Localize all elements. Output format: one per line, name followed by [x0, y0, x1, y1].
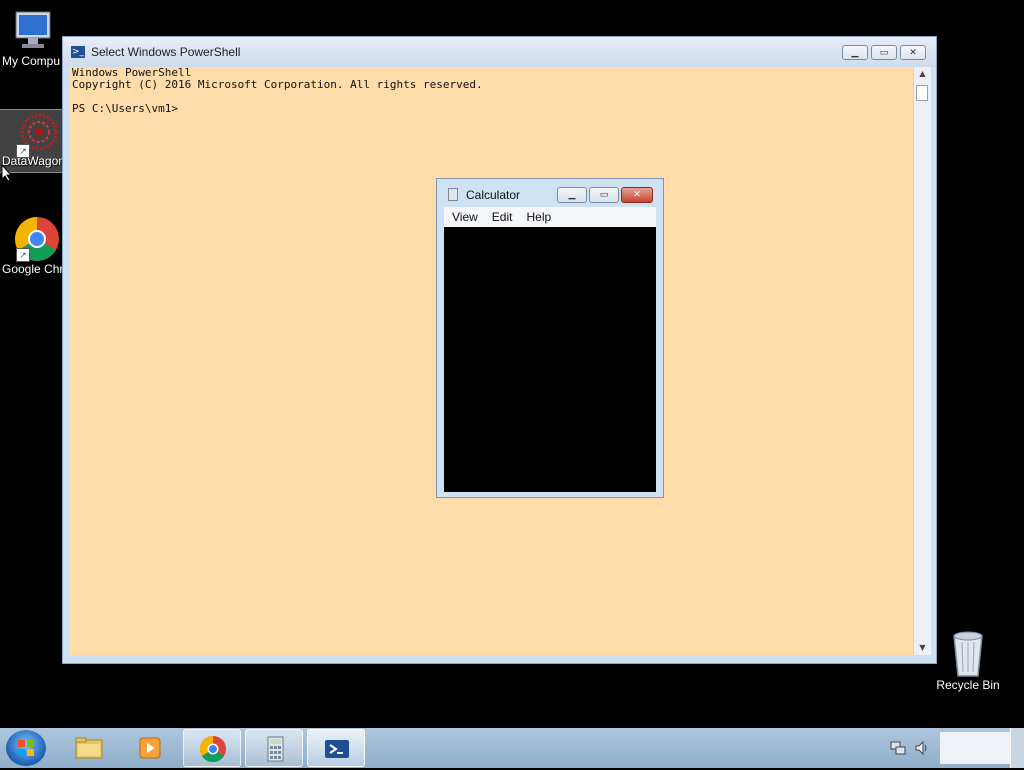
window-title: Select Windows PowerShell — [91, 45, 241, 59]
media-player-icon — [139, 737, 161, 759]
computer-icon — [15, 11, 51, 48]
taskbar-calculator[interactable] — [245, 729, 303, 767]
maximize-button[interactable]: ▭ — [871, 45, 897, 60]
shortcut-arrow-icon: ↗ — [16, 144, 30, 158]
powershell-title-bar[interactable]: >_ Select Windows PowerShell ▁ ▭ ✕ — [63, 37, 936, 67]
scrollbar-thumb[interactable] — [916, 85, 928, 101]
taskbar-file-explorer[interactable] — [60, 729, 118, 767]
console-prompt: PS C:\Users\vm1> — [72, 102, 178, 115]
clock-area[interactable] — [940, 732, 1010, 764]
taskbar-google-chrome[interactable] — [183, 729, 241, 767]
folder-icon — [75, 737, 103, 759]
menu-view[interactable]: View — [452, 210, 478, 224]
start-button[interactable] — [6, 730, 46, 766]
calculator-icon — [267, 736, 284, 762]
close-button[interactable]: ✕ — [900, 45, 926, 60]
shortcut-arrow-icon: ↗ — [16, 248, 30, 262]
chrome-icon — [199, 735, 226, 763]
calculator-window[interactable]: Calculator ▁ ▭ ✕ View Edit Help — [436, 178, 664, 498]
vertical-scrollbar[interactable]: ▲ ▼ — [913, 67, 931, 655]
desktop-icon-recycle-bin[interactable]: Recycle Bin — [936, 630, 1000, 692]
desktop-icon-label: Recycle Bin — [936, 678, 1000, 692]
minimize-button[interactable]: ▁ — [557, 187, 587, 203]
powershell-icon: >_ — [71, 46, 85, 58]
calculator-menu-bar: View Edit Help — [444, 207, 656, 227]
scroll-up-arrow-icon[interactable]: ▲ — [914, 67, 931, 81]
mouse-cursor-icon — [1, 164, 13, 182]
windows-logo-icon — [18, 740, 34, 756]
menu-edit[interactable]: Edit — [492, 210, 513, 224]
volume-icon[interactable] — [914, 740, 930, 756]
taskbar-media-player[interactable] — [122, 729, 180, 767]
maximize-button[interactable]: ▭ — [589, 187, 619, 203]
window-title: Calculator — [466, 188, 521, 202]
network-icon[interactable] — [890, 740, 906, 756]
menu-help[interactable]: Help — [526, 210, 551, 224]
calculator-body — [444, 227, 656, 492]
calculator-title-bar[interactable]: Calculator ▁ ▭ ✕ — [437, 179, 663, 209]
minimize-button[interactable]: ▁ — [842, 45, 868, 60]
console-line: Copyright (C) 2016 Microsoft Corporation… — [72, 78, 483, 91]
calculator-icon — [448, 188, 458, 201]
scroll-down-arrow-icon[interactable]: ▼ — [914, 641, 931, 655]
powershell-icon — [325, 740, 349, 758]
system-tray — [884, 728, 1024, 768]
recycle-bin-icon — [953, 631, 983, 677]
close-button[interactable]: ✕ — [621, 187, 653, 203]
taskbar-windows-powershell[interactable] — [307, 729, 365, 767]
taskbar — [0, 728, 1024, 768]
show-desktop-button[interactable] — [1010, 728, 1024, 768]
